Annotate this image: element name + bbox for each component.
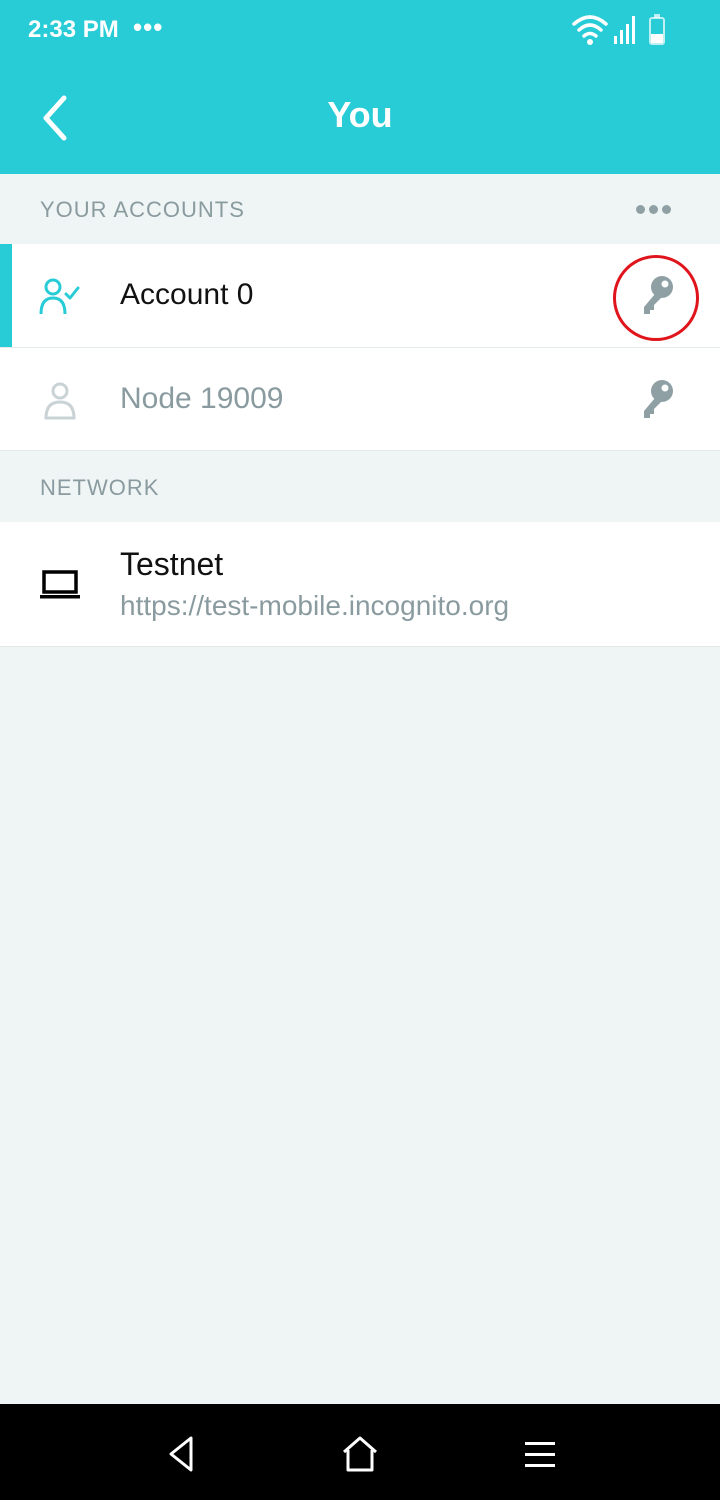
signal-icon — [614, 16, 635, 44]
network-section-header: NETWORK — [0, 452, 720, 522]
app-header: You — [0, 62, 720, 174]
key-icon — [644, 380, 673, 418]
key-icon — [644, 276, 673, 314]
user-icon — [44, 382, 76, 420]
back-triangle-icon — [169, 1436, 193, 1472]
battery-icon — [649, 14, 665, 45]
status-time: 2:33 PM — [28, 16, 119, 43]
status-bar: 2:33 PM ••• — [0, 0, 720, 62]
status-more-dots: ••• — [133, 12, 164, 42]
page-title: You — [327, 94, 393, 135]
laptop-icon — [40, 570, 80, 599]
account-0-key-button[interactable] — [640, 274, 676, 318]
account-row-account-0[interactable]: Account 0 — [0, 244, 720, 348]
user-check-icon — [39, 278, 80, 315]
nav-home-button[interactable] — [338, 1434, 382, 1474]
account-label: Account 0 — [120, 278, 254, 311]
system-nav-bar — [0, 1404, 720, 1500]
network-url: https://test-mobile.incognito.org — [120, 590, 510, 621]
network-title: Testnet — [120, 546, 224, 582]
accounts-section-label: YOUR ACCOUNTS — [40, 197, 245, 222]
network-row-testnet[interactable]: Testnet https://test-mobile.incognito.or… — [0, 522, 720, 647]
menu-icon — [525, 1442, 555, 1467]
account-label: Node 19009 — [120, 382, 284, 415]
nav-menu-button[interactable] — [518, 1434, 562, 1474]
network-section-label: NETWORK — [40, 475, 160, 500]
account-row-node-19009[interactable]: Node 19009 — [0, 348, 720, 451]
nav-back-button[interactable] — [160, 1434, 204, 1474]
accounts-section-header: YOUR ACCOUNTS — [0, 174, 720, 244]
more-options-button[interactable] — [634, 192, 690, 226]
home-icon — [343, 1436, 377, 1472]
wifi-icon — [572, 15, 608, 45]
node-19009-key-button[interactable] — [640, 378, 676, 422]
more-horizontal-icon — [636, 205, 645, 214]
status-icons — [572, 14, 665, 45]
